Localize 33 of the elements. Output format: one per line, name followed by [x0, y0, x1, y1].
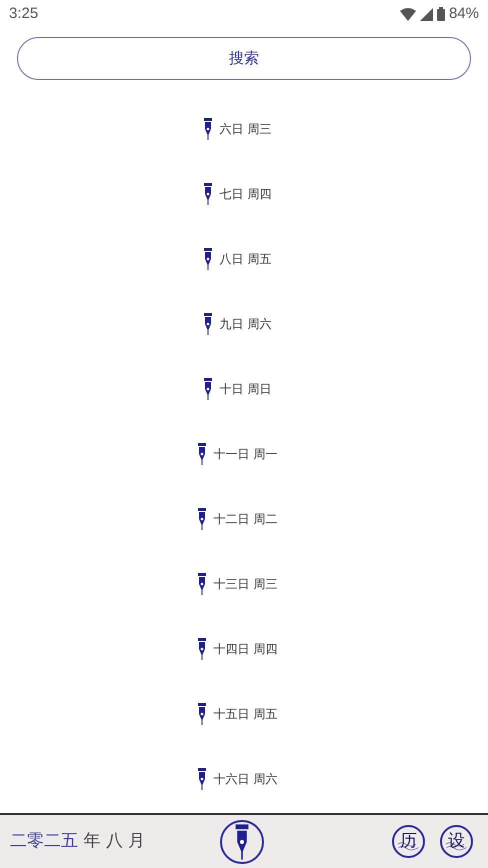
- fountain-pen-icon: [196, 702, 207, 724]
- fountain-pen-icon: [196, 572, 207, 594]
- pen-logo-button[interactable]: [220, 820, 264, 864]
- fountain-pen-icon: [202, 248, 213, 270]
- fountain-pen-icon: [202, 182, 213, 204]
- battery-level: 84%: [448, 4, 479, 24]
- wifi-icon: [400, 8, 416, 20]
- status-time: 3:25: [9, 4, 38, 24]
- fountain-pen-icon: [234, 824, 250, 860]
- fountain-pen-icon: [202, 378, 213, 400]
- signal-icon: [420, 8, 433, 20]
- day-item[interactable]: 六日 周三: [202, 118, 272, 140]
- day-item[interactable]: 十三日 周三: [196, 572, 278, 594]
- day-item[interactable]: 九日 周六: [202, 312, 272, 334]
- fountain-pen-icon: [196, 508, 207, 530]
- day-item[interactable]: 七日 周四: [202, 182, 272, 204]
- day-item[interactable]: 十六日 周六: [196, 768, 278, 790]
- day-item[interactable]: 八日 周五: [202, 248, 272, 270]
- search-button[interactable]: 搜索: [17, 37, 471, 80]
- stamp-button[interactable]: 设: [440, 825, 473, 858]
- fountain-pen-icon: [202, 118, 213, 140]
- day-item[interactable]: 十四日 周四: [196, 638, 278, 660]
- day-item[interactable]: 十日 周日: [202, 378, 272, 400]
- battery-icon: [436, 7, 445, 21]
- day-item[interactable]: 十一日 周一: [196, 442, 278, 464]
- fountain-pen-icon: [196, 638, 207, 660]
- month-title: 二零二五 年 八 月: [10, 830, 146, 853]
- fountain-pen-icon: [202, 312, 213, 334]
- fountain-pen-icon: [196, 442, 207, 464]
- fountain-pen-icon: [196, 768, 207, 790]
- day-item[interactable]: 十五日 周五: [196, 702, 278, 724]
- day-item[interactable]: 十二日 周二: [196, 508, 278, 530]
- stamp-button[interactable]: 历: [392, 825, 425, 858]
